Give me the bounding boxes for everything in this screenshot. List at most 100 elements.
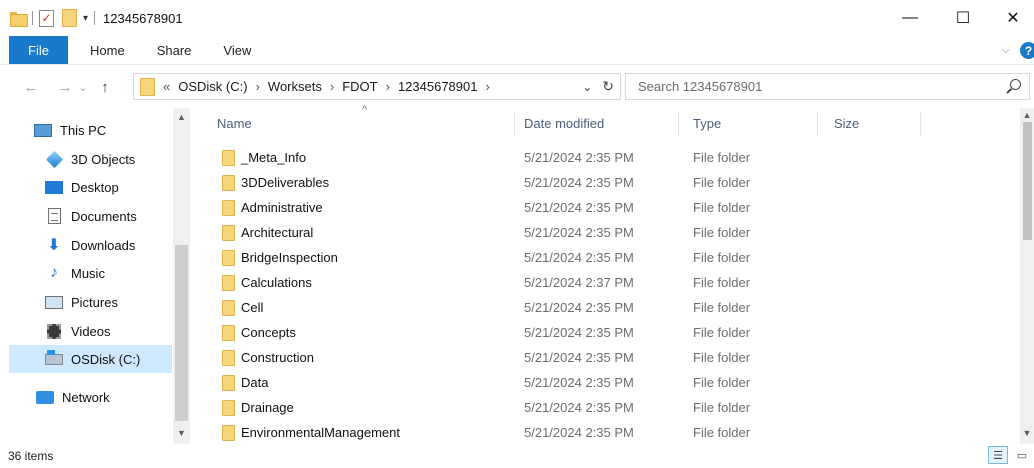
sidebar-item-desktop[interactable]: Desktop: [45, 173, 119, 201]
table-row[interactable]: Concepts 5/21/2024 2:35 PM File folder: [200, 320, 1020, 345]
file-name: Concepts: [241, 325, 296, 340]
sidebar-item-videos[interactable]: Videos: [45, 317, 111, 345]
table-row[interactable]: Data 5/21/2024 2:35 PM File folder: [200, 370, 1020, 395]
table-row[interactable]: EnvironmentalManagement 5/21/2024 2:35 PM…: [200, 420, 1020, 445]
scroll-up-icon[interactable]: ▲: [1020, 110, 1034, 120]
column-header-date-modified[interactable]: Date modified: [507, 108, 604, 138]
file-date: 5/21/2024 2:35 PM: [524, 425, 634, 440]
folder-icon: [140, 77, 155, 96]
table-row[interactable]: Construction 5/21/2024 2:35 PM File folder: [200, 345, 1020, 370]
file-type: File folder: [693, 250, 751, 265]
table-row[interactable]: 3DDeliverables 5/21/2024 2:35 PM File fold…: [200, 170, 1020, 195]
pictures-icon: [45, 294, 63, 310]
column-header-name[interactable]: Name: [200, 108, 252, 138]
breadcrumb-separator-icon[interactable]: ›: [485, 79, 489, 94]
sidebar-item-downloads[interactable]: ⬇ Downloads: [45, 231, 135, 259]
breadcrumb-separator-icon[interactable]: ›: [256, 79, 260, 94]
folder-icon: [222, 375, 235, 391]
file-name: BridgeInspection: [241, 250, 338, 265]
network-icon: [36, 389, 54, 405]
table-row[interactable]: Administrative 5/21/2024 2:35 PM File fold…: [200, 195, 1020, 220]
divider: [32, 11, 33, 25]
forward-arrow-icon[interactable]: →: [54, 79, 76, 96]
desktop-icon: [45, 179, 63, 195]
sidebar-item-music[interactable]: ♪ Music: [45, 259, 105, 287]
navigation-bar: ← → ⌄ ↑ « OSDisk (C:) › Worksets › FDOT …: [0, 70, 1034, 104]
breadcrumb-current[interactable]: 12345678901: [398, 79, 478, 94]
expand-ribbon-icon[interactable]: ⌵: [1002, 44, 1010, 57]
table-row[interactable]: BridgeInspection 5/21/2024 2:35 PM File fo…: [200, 245, 1020, 270]
details-view-icon[interactable]: ☰: [988, 446, 1008, 464]
sidebar-item-documents[interactable]: Documents: [45, 202, 137, 230]
file-name: EnvironmentalManagement: [241, 425, 400, 440]
table-row[interactable]: Architectural 5/21/2024 2:35 PM File folde…: [200, 220, 1020, 245]
scrollbar-thumb[interactable]: [1023, 122, 1032, 240]
file-name: Cell: [241, 300, 264, 315]
customize-quick-access-icon[interactable]: ▾: [83, 13, 88, 24]
file-date: 5/21/2024 2:35 PM: [524, 375, 634, 390]
large-icons-view-icon[interactable]: ▭: [1012, 446, 1032, 464]
properties-icon[interactable]: ✓: [39, 9, 54, 27]
column-header-type[interactable]: Type: [676, 108, 721, 138]
3d-objects-icon: [45, 150, 63, 168]
up-arrow-icon[interactable]: ↑: [94, 79, 116, 96]
documents-icon: [45, 208, 63, 224]
scroll-up-icon[interactable]: ▲: [173, 112, 190, 122]
table-row[interactable]: Calculations 5/21/2024 2:37 PM File folder: [200, 270, 1020, 295]
breadcrumb-separator-icon[interactable]: ›: [330, 79, 334, 94]
sidebar-item-3d-objects[interactable]: 3D Objects: [45, 145, 135, 173]
minimize-button[interactable]: —: [887, 0, 933, 36]
file-type: File folder: [693, 300, 751, 315]
breadcrumb-separator-icon[interactable]: ›: [386, 79, 390, 94]
file-type: File folder: [693, 400, 751, 415]
back-arrow-icon[interactable]: ←: [20, 79, 42, 96]
maximize-button[interactable]: ☐: [940, 0, 986, 36]
scrollbar-thumb[interactable]: [175, 245, 188, 421]
sidebar-item-label: 3D Objects: [71, 151, 136, 167]
file-name: Architectural: [241, 225, 314, 240]
title-bar: ✓ ▾ 12345678901 — ☐ ✕: [0, 0, 1034, 36]
breadcrumb-fdot[interactable]: FDOT: [342, 79, 377, 94]
divider: [94, 11, 96, 25]
sidebar-item-network[interactable]: Network: [36, 383, 110, 411]
sidebar-item-label: Network: [62, 389, 110, 405]
folder-icon: [222, 300, 235, 316]
column-header-size[interactable]: Size: [817, 108, 859, 138]
file-date: 5/21/2024 2:35 PM: [524, 300, 634, 315]
address-bar[interactable]: « OSDisk (C:) › Worksets › FDOT › 123456…: [133, 73, 621, 100]
folder-icon: [222, 200, 235, 216]
overflow-chevron-icon[interactable]: «: [163, 79, 170, 94]
close-button[interactable]: ✕: [990, 0, 1034, 36]
navigation-pane-scrollbar[interactable]: ▲ ▼: [173, 108, 190, 444]
downloads-icon: ⬇: [47, 237, 61, 254]
file-date: 5/21/2024 2:35 PM: [524, 225, 634, 240]
file-date: 5/21/2024 2:35 PM: [524, 325, 634, 340]
sidebar-item-osdisk[interactable]: OSDisk (C:): [9, 345, 172, 373]
file-type: File folder: [693, 325, 751, 340]
new-folder-icon[interactable]: [62, 9, 77, 27]
scroll-down-icon[interactable]: ▼: [1020, 428, 1034, 438]
tab-share[interactable]: Share: [141, 36, 208, 64]
search-icon[interactable]: [1010, 79, 1021, 90]
tab-view[interactable]: View: [207, 36, 267, 64]
refresh-icon[interactable]: ↻: [602, 78, 614, 95]
address-dropdown-icon[interactable]: ⌄: [582, 80, 592, 94]
sidebar-item-this-pc[interactable]: This PC: [34, 116, 106, 144]
recent-locations-icon[interactable]: ⌄: [76, 81, 90, 94]
breadcrumb-osdisk[interactable]: OSDisk (C:): [178, 79, 247, 94]
sidebar-item-label: Documents: [71, 208, 137, 224]
tab-file[interactable]: File: [9, 36, 68, 64]
file-list-scrollbar[interactable]: ▲ ▼: [1020, 108, 1034, 444]
table-row[interactable]: Cell 5/21/2024 2:35 PM File folder: [200, 295, 1020, 320]
breadcrumb-worksets[interactable]: Worksets: [268, 79, 322, 94]
window-title: 12345678901: [103, 10, 183, 26]
scroll-down-icon[interactable]: ▼: [173, 428, 190, 438]
help-icon[interactable]: ?: [1020, 42, 1034, 59]
table-row[interactable]: _Meta_Info 5/21/2024 2:35 PM File folder: [200, 145, 1020, 170]
search-input[interactable]: Search 12345678901: [625, 73, 1030, 100]
column-divider[interactable]: [920, 112, 921, 136]
file-date: 5/21/2024 2:35 PM: [524, 350, 634, 365]
table-row[interactable]: Drainage 5/21/2024 2:35 PM File folder: [200, 395, 1020, 420]
sidebar-item-pictures[interactable]: Pictures: [45, 288, 118, 316]
tab-home[interactable]: Home: [68, 36, 141, 64]
